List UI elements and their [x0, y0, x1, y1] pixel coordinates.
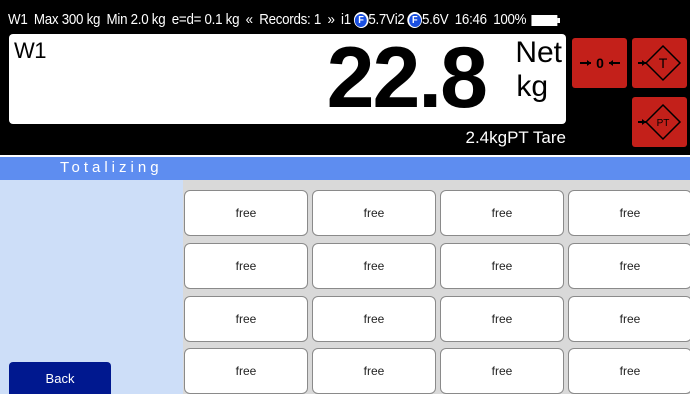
- zero-button[interactable]: 0: [572, 38, 627, 88]
- slot-button[interactable]: free: [440, 190, 564, 236]
- input1-label: i1: [341, 12, 351, 28]
- slot-button[interactable]: free: [440, 296, 564, 342]
- tare-button[interactable]: T: [632, 38, 687, 88]
- tare-button-label: T: [658, 55, 667, 71]
- slot-button[interactable]: free: [312, 296, 436, 342]
- status-scale: W1: [8, 12, 28, 28]
- weight-value: 22.8: [326, 30, 488, 126]
- status-battery: 100%: [493, 12, 527, 28]
- slot-button[interactable]: free: [312, 243, 436, 289]
- weight-display: W1 22.8 Net kg: [9, 30, 566, 126]
- input2-label: i2: [394, 12, 405, 28]
- slot-button[interactable]: free: [184, 296, 308, 342]
- slot-button[interactable]: free: [184, 243, 308, 289]
- records-prev-icon[interactable]: «: [246, 12, 253, 28]
- zero-icon: 0: [579, 55, 620, 71]
- header-bar: W1 Max 300 kg Min 2.0 kg e=d= 0.1 kg « R…: [0, 0, 690, 155]
- slot-button[interactable]: free: [568, 296, 690, 342]
- slot-button[interactable]: free: [184, 190, 308, 236]
- input2-voltage: 5.6V: [422, 12, 449, 28]
- status-max: Max 300 kg: [33, 12, 101, 28]
- preset-tare-button[interactable]: PT: [632, 97, 687, 147]
- back-button[interactable]: Back: [9, 362, 111, 394]
- status-time: 16:46: [454, 12, 487, 28]
- input1-voltage: 5.7V: [368, 12, 395, 28]
- slot-button[interactable]: free: [568, 243, 690, 289]
- tare-readout: 2.4kgPT Tare: [465, 128, 567, 147]
- weight-unit: kg: [516, 70, 548, 103]
- input2-f-icon: F: [407, 12, 422, 28]
- status-records: Records: 1: [259, 12, 322, 28]
- battery-icon: [531, 14, 561, 26]
- section-title: Totalizing: [60, 159, 163, 176]
- slot-button[interactable]: free: [312, 190, 436, 236]
- tare-icon: T: [637, 44, 681, 82]
- weight-mode: Net: [515, 36, 562, 69]
- zero-button-label: 0: [596, 55, 604, 71]
- preset-tare-button-label: PT: [656, 118, 669, 129]
- records-next-icon[interactable]: »: [327, 12, 334, 28]
- slot-button[interactable]: free: [568, 348, 690, 394]
- preset-tare-icon: PT: [637, 103, 681, 141]
- slot-button[interactable]: free: [312, 348, 436, 394]
- display-scale-name: W1: [14, 38, 47, 63]
- status-min: Min 2.0 kg: [106, 12, 166, 28]
- slot-button[interactable]: free: [440, 348, 564, 394]
- status-division: e=d= 0.1 kg: [171, 12, 240, 28]
- slot-button[interactable]: free: [568, 190, 690, 236]
- input2-f-glyph: F: [408, 13, 421, 27]
- slot-button[interactable]: free: [184, 348, 308, 394]
- input1-f-glyph: F: [354, 13, 367, 27]
- input1-f-icon: F: [353, 12, 369, 28]
- section-header: Totalizing: [0, 157, 690, 180]
- slot-button[interactable]: free: [440, 243, 564, 289]
